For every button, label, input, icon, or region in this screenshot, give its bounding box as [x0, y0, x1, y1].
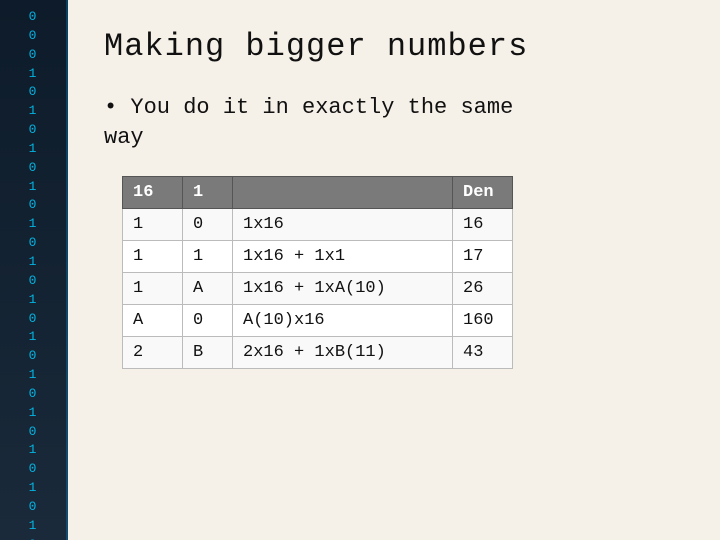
- cell-col16: 1: [123, 209, 183, 241]
- cell-expr: 1x16 + 1xA(10): [233, 273, 453, 305]
- header-1: 1: [183, 177, 233, 209]
- bullet-content: • You do it in exactly the same way: [104, 93, 513, 152]
- cell-den: 17: [453, 241, 513, 273]
- cell-col1: 0: [183, 209, 233, 241]
- binary-pattern: 00010101 01010101 01010101 01010101: [29, 8, 38, 540]
- cell-col1: A: [183, 273, 233, 305]
- table-container: 16 1 Den 1 0 1x16 16 1 1 1x16 + 1x1 17 1…: [122, 176, 684, 369]
- page-title: Making bigger numbers: [104, 28, 684, 65]
- cell-den: 43: [453, 337, 513, 369]
- cell-expr: 1x16: [233, 209, 453, 241]
- sidebar: 00010101 01010101 01010101 01010101: [0, 0, 68, 540]
- cell-col16: A: [123, 305, 183, 337]
- cell-expr: A(10)x16: [233, 305, 453, 337]
- cell-col16: 2: [123, 337, 183, 369]
- table-row: A 0 A(10)x16 160: [123, 305, 513, 337]
- table-row: 1 1 1x16 + 1x1 17: [123, 241, 513, 273]
- cell-col1: 0: [183, 305, 233, 337]
- cell-den: 160: [453, 305, 513, 337]
- table-row: 1 A 1x16 + 1xA(10) 26: [123, 273, 513, 305]
- cell-col16: 1: [123, 273, 183, 305]
- cell-col1: B: [183, 337, 233, 369]
- table-row: 1 0 1x16 16: [123, 209, 513, 241]
- table-row: 2 B 2x16 + 1xB(11) 43: [123, 337, 513, 369]
- cell-den: 16: [453, 209, 513, 241]
- header-expr: [233, 177, 453, 209]
- cell-expr: 1x16 + 1x1: [233, 241, 453, 273]
- table-header-row: 16 1 Den: [123, 177, 513, 209]
- cell-col1: 1: [183, 241, 233, 273]
- header-16: 16: [123, 177, 183, 209]
- cell-den: 26: [453, 273, 513, 305]
- hex-table: 16 1 Den 1 0 1x16 16 1 1 1x16 + 1x1 17 1…: [122, 176, 513, 369]
- header-den: Den: [453, 177, 513, 209]
- cell-col16: 1: [123, 241, 183, 273]
- bullet-text: • You do it in exactly the same way: [104, 93, 684, 152]
- main-content: Making bigger numbers • You do it in exa…: [68, 0, 720, 540]
- cell-expr: 2x16 + 1xB(11): [233, 337, 453, 369]
